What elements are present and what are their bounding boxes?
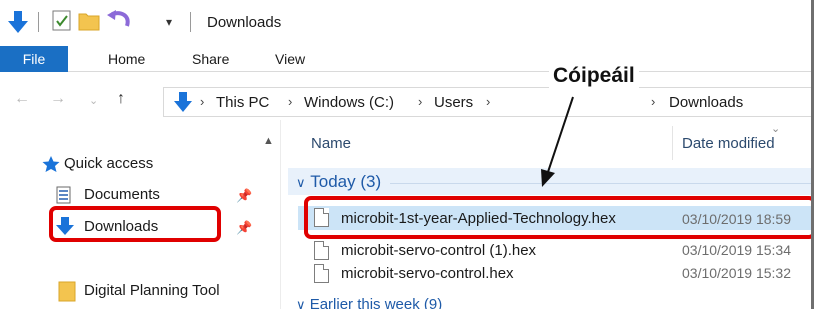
breadcrumb-windows-c[interactable]: Windows (C:)	[304, 94, 394, 111]
documents-icon	[56, 186, 72, 208]
sidebar-item-documents[interactable]: Documents	[84, 186, 160, 203]
tab-share[interactable]: Share	[192, 46, 229, 72]
group-header-earlier[interactable]: ∨ Earlier this week (9)	[296, 296, 442, 309]
pane-divider[interactable]	[280, 120, 281, 309]
breadcrumb-separator-icon: ›	[288, 94, 293, 109]
tab-home[interactable]: Home	[108, 46, 145, 72]
downloads-arrow-icon[interactable]	[8, 10, 28, 39]
group-header-text: Today (3)	[310, 172, 382, 191]
quick-access-label[interactable]: Quick access	[64, 155, 153, 172]
properties-icon[interactable]	[52, 10, 72, 37]
breadcrumb-separator-icon: ›	[486, 94, 491, 109]
customize-toolbar-icon[interactable]: ▾	[166, 15, 172, 29]
navigation-bar: ← → ⌄ ↑ › This PC › Windows (C:) › Users…	[0, 84, 814, 118]
file-row[interactable]: microbit-servo-control (1).hex 03/10/201…	[298, 241, 814, 265]
tab-file[interactable]: File	[0, 46, 68, 72]
column-header-date-modified[interactable]: Date modified	[682, 135, 775, 152]
column-divider[interactable]	[672, 126, 673, 160]
address-downloads-icon	[174, 91, 192, 117]
group-divider	[390, 183, 814, 184]
file-row[interactable]: microbit-servo-control.hex 03/10/2019 15…	[298, 264, 814, 288]
annotation-arrow-icon	[541, 96, 574, 187]
collapse-chevron-icon: ∨	[296, 175, 306, 190]
undo-icon[interactable]	[106, 10, 132, 37]
recent-locations-chevron-icon[interactable]: ⌄	[89, 94, 98, 107]
callout-label: Cóipeáil	[549, 64, 639, 88]
pin-icon[interactable]: 📌	[236, 188, 252, 204]
quick-access-star-icon[interactable]	[42, 155, 60, 177]
breadcrumb-separator-icon: ›	[418, 94, 423, 109]
forward-arrow-icon[interactable]: →	[50, 90, 66, 108]
breadcrumb-downloads[interactable]: Downloads	[669, 94, 743, 111]
toolbar-divider	[38, 12, 39, 32]
file-name: microbit-servo-control.hex	[341, 265, 514, 282]
back-arrow-icon[interactable]: ←	[14, 90, 30, 108]
breadcrumb-users[interactable]: Users	[434, 94, 473, 111]
address-bar[interactable]: › This PC › Windows (C:) › Users › › Dow…	[163, 87, 814, 117]
sidebar-item-digital-planning-tool[interactable]: Digital Planning Tool	[84, 282, 220, 299]
file-name: microbit-servo-control (1).hex	[341, 242, 537, 259]
pin-icon[interactable]: 📌	[236, 220, 252, 236]
sort-chevron-icon: ⌄	[771, 123, 781, 135]
column-header-name[interactable]: Name	[311, 135, 351, 152]
collapse-chevron-icon: ∨	[296, 297, 306, 309]
file-date: 03/10/2019 15:32	[682, 265, 791, 281]
ribbon-tabs: File Home Share View	[0, 46, 814, 72]
file-icon	[314, 264, 329, 283]
breadcrumb-separator-icon: ›	[200, 94, 205, 109]
group-header-label[interactable]: ∨ Today (3)	[296, 172, 381, 192]
toolbar-divider	[190, 12, 191, 32]
title-bar: ▾ Downloads	[0, 0, 814, 46]
window-title: Downloads	[207, 14, 282, 31]
file-icon	[314, 241, 329, 260]
breadcrumb-this-pc[interactable]: This PC	[216, 94, 269, 111]
highlight-selected-file	[304, 196, 814, 239]
breadcrumb-separator-icon: ›	[651, 94, 656, 109]
scroll-up-icon[interactable]: ▲	[263, 135, 274, 147]
up-arrow-icon[interactable]: ↑	[117, 90, 125, 108]
new-folder-icon[interactable]	[78, 10, 100, 37]
highlight-downloads-folder	[49, 206, 221, 242]
folder-icon	[58, 280, 76, 306]
tab-view[interactable]: View	[275, 46, 305, 72]
file-date: 03/10/2019 15:34	[682, 242, 791, 258]
group-header-earlier-text: Earlier this week (9)	[309, 296, 443, 309]
